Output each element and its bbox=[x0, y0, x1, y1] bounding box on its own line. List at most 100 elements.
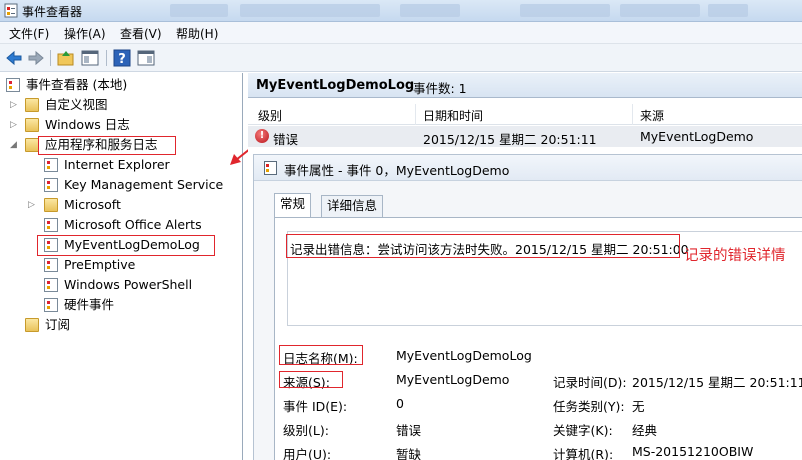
toolbar-separator bbox=[50, 50, 51, 66]
column-header-datetime[interactable]: 日期和时间 bbox=[423, 107, 483, 124]
tree-item-label: Microsoft bbox=[64, 197, 121, 212]
show-hide-action-pane-icon[interactable] bbox=[136, 48, 156, 68]
up-folder-icon[interactable] bbox=[56, 48, 76, 68]
folder-icon bbox=[25, 118, 39, 132]
tree-item-label: Microsoft Office Alerts bbox=[64, 217, 202, 232]
toolbar-separator bbox=[106, 50, 107, 66]
highlight-box bbox=[37, 235, 215, 256]
menu-action[interactable]: 操作(A) bbox=[64, 25, 106, 42]
folder-icon bbox=[25, 98, 39, 112]
annotation-label: 记录的错误详情 bbox=[684, 248, 786, 264]
tree-item[interactable]: ▷ 自定义视图 bbox=[10, 95, 230, 115]
event-grid-header: 级别 日期和时间 来源 bbox=[248, 104, 802, 125]
menu-help[interactable]: 帮助(H) bbox=[176, 25, 218, 42]
event-datetime: 2015/12/15 星期二 20:51:11 bbox=[423, 132, 597, 147]
event-viewer-app-icon bbox=[4, 3, 18, 18]
tree-item-label: Key Management Service bbox=[64, 177, 224, 192]
error-icon: ! bbox=[255, 129, 269, 143]
svg-text:?: ? bbox=[118, 52, 126, 67]
expand-arrow-icon[interactable]: ▷ bbox=[10, 95, 20, 115]
menu-file[interactable]: 文件(F) bbox=[9, 25, 49, 42]
task-category-label: 任务类别(Y): bbox=[553, 399, 625, 414]
event-properties-icon bbox=[264, 161, 277, 175]
event-properties-title-bar: 事件属性 - 事件 0，MyEventLogDemo bbox=[254, 155, 802, 181]
event-source: MyEventLogDemo bbox=[640, 129, 754, 144]
computer-label: 计算机(R): bbox=[553, 447, 614, 460]
tree-root[interactable]: 事件查看器 (本地) bbox=[6, 75, 236, 95]
column-divider[interactable] bbox=[415, 104, 416, 125]
tab-general[interactable]: 常规 bbox=[274, 193, 312, 217]
folder-icon bbox=[44, 198, 58, 212]
background-tab-blur bbox=[708, 4, 748, 17]
tab-details-label: 详细信息 bbox=[327, 198, 378, 213]
tree-item-label: Windows 日志 bbox=[45, 117, 130, 132]
highlight-box bbox=[279, 345, 363, 365]
tab-details[interactable]: 详细信息 bbox=[321, 195, 384, 217]
menu-bar: 文件(F) 操作(A) 查看(V) 帮助(H) bbox=[0, 22, 802, 44]
task-category-value: 无 bbox=[632, 399, 645, 414]
expand-arrow-icon[interactable]: ▷ bbox=[10, 115, 20, 135]
tree-item[interactable]: ▷ Windows 日志 bbox=[10, 115, 230, 135]
tree-item[interactable]: Windows PowerShell bbox=[28, 275, 238, 295]
logged-label: 记录时间(D): bbox=[553, 375, 627, 390]
log-name: MyEventLogDemoLog bbox=[256, 78, 415, 93]
background-tab-blur bbox=[520, 4, 610, 17]
window-title: 事件查看器 bbox=[22, 5, 83, 19]
event-properties-title: 事件属性 - 事件 0，MyEventLogDemo bbox=[284, 163, 510, 178]
title-bar: 事件查看器 bbox=[0, 0, 802, 22]
event-level: 错误 bbox=[273, 132, 299, 147]
tree-item[interactable]: Key Management Service bbox=[28, 175, 238, 195]
keywords-label: 关键字(K): bbox=[553, 423, 613, 438]
tree-item[interactable]: Internet Explorer bbox=[28, 155, 238, 175]
highlight-box bbox=[286, 234, 680, 258]
event-id-label: 事件 ID(E): bbox=[283, 399, 348, 414]
highlight-box bbox=[279, 371, 343, 388]
log-icon bbox=[44, 158, 58, 172]
event-id-value: 0 bbox=[396, 396, 404, 411]
folder-open-icon bbox=[25, 138, 39, 152]
logged-value: 2015/12/15 星期二 20:51:11 bbox=[632, 375, 802, 390]
column-header-level[interactable]: 级别 bbox=[258, 107, 282, 124]
tree-item-label: 订阅 bbox=[45, 317, 71, 332]
log-icon bbox=[44, 298, 58, 312]
log-icon bbox=[44, 218, 58, 232]
background-tab-blur bbox=[620, 4, 700, 17]
tree-item[interactable]: ▷ Microsoft bbox=[28, 195, 238, 215]
forward-icon[interactable] bbox=[26, 48, 46, 68]
tree-item[interactable]: Microsoft Office Alerts bbox=[28, 215, 238, 235]
log-icon bbox=[44, 278, 58, 292]
source-value: MyEventLogDemo bbox=[396, 372, 510, 387]
tree-item[interactable]: 订阅 bbox=[10, 315, 230, 335]
tree-item-label: PreEmptive bbox=[64, 257, 136, 272]
expand-arrow-icon[interactable]: ▷ bbox=[28, 195, 38, 215]
log-pane-header: MyEventLogDemoLog 事件数: 1 bbox=[248, 73, 802, 98]
tree-item[interactable]: 硬件事件 bbox=[28, 295, 238, 315]
tree-item-label: 自定义视图 bbox=[45, 97, 108, 112]
tree-item-label: Internet Explorer bbox=[64, 157, 170, 172]
column-divider[interactable] bbox=[632, 104, 633, 125]
tree-item-label: Windows PowerShell bbox=[64, 277, 193, 292]
tree-item-label: 硬件事件 bbox=[64, 297, 115, 312]
background-tab-blur bbox=[170, 4, 228, 17]
level-label: 级别(L): bbox=[283, 423, 329, 438]
user-label: 用户(U): bbox=[283, 447, 332, 460]
event-row[interactable]: ! 错误 2015/12/15 星期二 20:51:11 MyEventLogD… bbox=[248, 126, 802, 147]
tree-item[interactable]: PreEmptive bbox=[28, 255, 238, 275]
subscription-icon bbox=[25, 318, 39, 332]
toolbar: ? bbox=[0, 44, 802, 72]
user-value: 暂缺 bbox=[396, 447, 422, 460]
highlight-box bbox=[38, 136, 176, 155]
computer-value: MS-20151210OBIW bbox=[632, 444, 754, 459]
help-icon[interactable]: ? bbox=[112, 48, 132, 68]
show-hide-tree-icon[interactable] bbox=[80, 48, 100, 68]
background-tab-blur bbox=[240, 4, 380, 17]
event-count: 事件数: 1 bbox=[413, 81, 467, 96]
collapse-arrow-icon[interactable]: ◢ bbox=[10, 135, 20, 155]
log-icon bbox=[44, 178, 58, 192]
menu-view[interactable]: 查看(V) bbox=[120, 25, 162, 42]
event-viewer-icon bbox=[6, 78, 20, 92]
log-icon bbox=[44, 258, 58, 272]
column-header-source[interactable]: 来源 bbox=[640, 107, 664, 124]
back-icon[interactable] bbox=[4, 48, 24, 68]
keywords-value: 经典 bbox=[632, 423, 658, 438]
